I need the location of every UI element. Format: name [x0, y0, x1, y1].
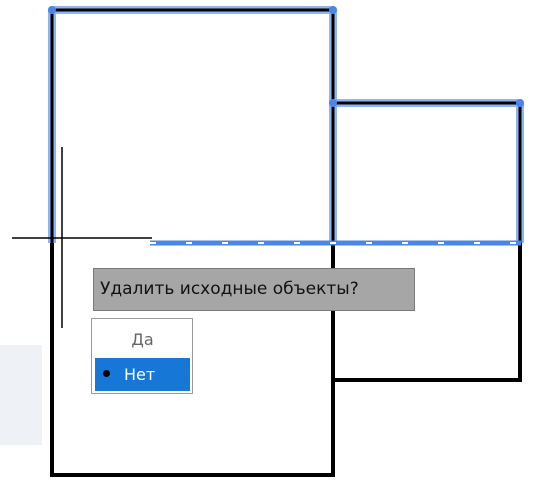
prompt-text: Удалить исходные объекты?: [100, 279, 359, 299]
drawing-canvas[interactable]: [0, 0, 541, 481]
options-menu: Да Нет: [91, 318, 193, 394]
delete-source-objects-prompt: Удалить исходные объекты?: [93, 268, 415, 311]
grip-point[interactable]: [329, 99, 337, 107]
right-rectangle[interactable]: [333, 243, 522, 382]
bullet-icon: [103, 370, 110, 377]
selected-geometry[interactable]: [48, 6, 524, 246]
option-no-label: Нет: [124, 365, 156, 384]
background-artifact: [0, 345, 42, 445]
option-yes[interactable]: Да: [95, 323, 190, 356]
option-no[interactable]: Нет: [95, 358, 190, 391]
grip-point[interactable]: [516, 99, 524, 107]
grip-point[interactable]: [329, 6, 337, 14]
option-yes-label: Да: [131, 330, 154, 349]
grip-point[interactable]: [48, 6, 56, 14]
